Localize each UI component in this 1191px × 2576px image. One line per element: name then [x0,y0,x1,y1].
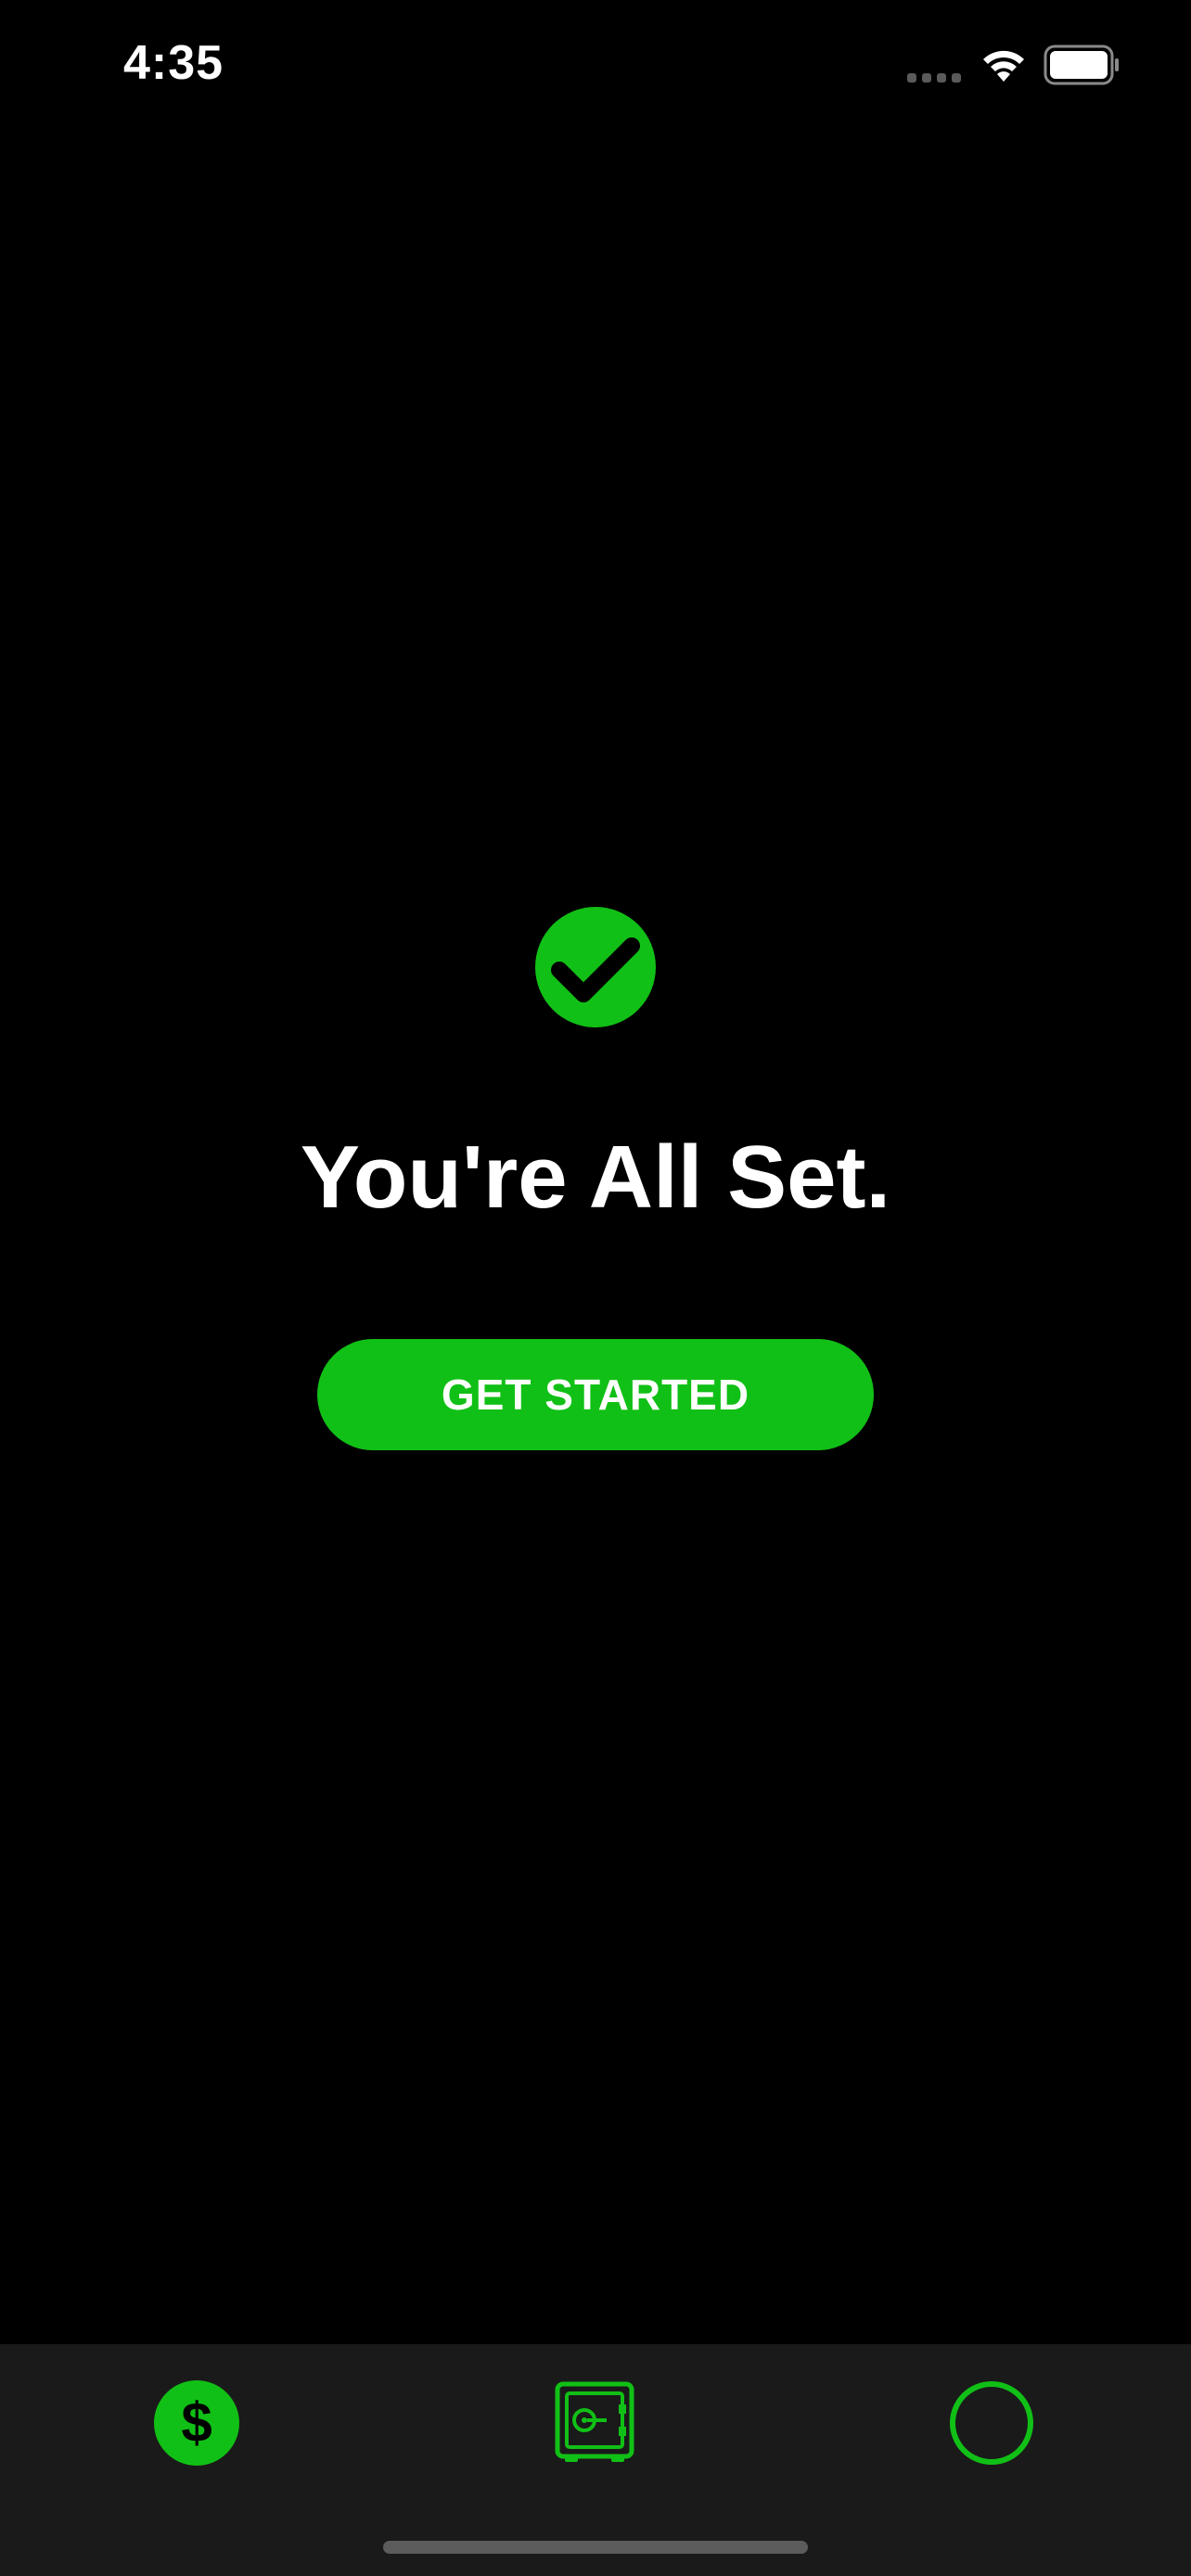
page-title: You're All Set. [300,1128,891,1227]
home-indicator[interactable] [383,2541,808,2554]
dollar-icon: $ [154,2380,239,2466]
get-started-button[interactable]: GET STARTED [317,1339,874,1450]
vault-icon [555,2381,634,2462]
tab-vault[interactable] [544,2372,646,2474]
svg-text:$: $ [181,2391,211,2454]
checkmark-circle-icon [535,907,656,1027]
circle-icon [950,2381,1033,2465]
tab-activity[interactable] [941,2372,1043,2474]
main-content: You're All Set. GET STARTED [0,0,1191,2342]
tab-money[interactable]: $ [146,2372,248,2474]
